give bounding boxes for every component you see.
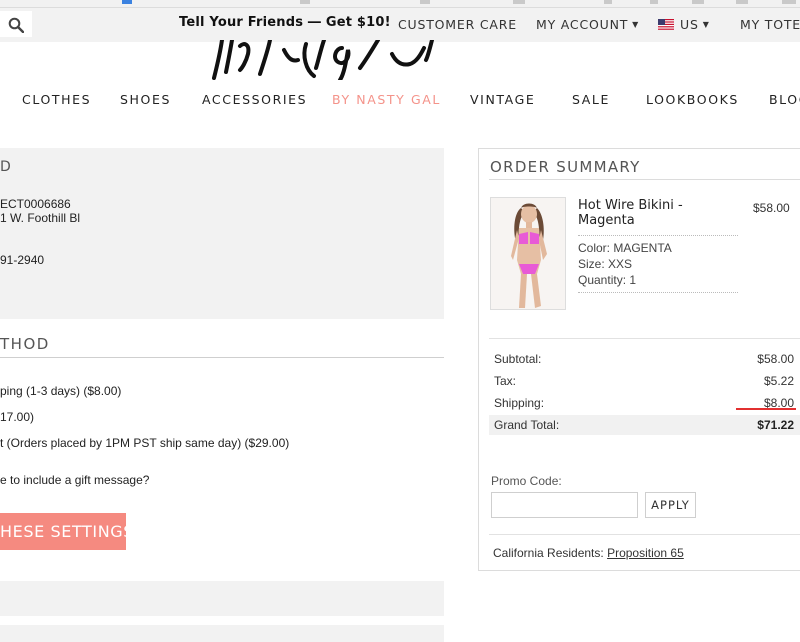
toolbar-fragment [420,0,430,4]
promo-code-label: Promo Code: [491,474,562,488]
main-navigation: CLOTHES SHOES ACCESSORIES BY NASTY GAL V… [0,92,800,110]
search-button[interactable] [0,11,32,37]
brand-logo[interactable] [210,40,445,80]
california-label: California Residents: [493,546,604,560]
referral-promo-link[interactable]: Tell Your Friends ― Get $10! [179,15,391,30]
search-icon [8,17,24,33]
apply-promo-button[interactable]: APPLY [645,492,696,518]
utility-bar: Tell Your Friends ― Get $10! CUSTOMER CA… [0,8,800,42]
shipping-address-heading: D [0,159,12,175]
toolbar-fragment [782,0,796,4]
my-tote-link[interactable]: MY TOTE [740,17,800,32]
proposition-65-link[interactable]: Proposition 65 [607,546,684,560]
subtotal-row: Subtotal: $58.00 [489,349,800,369]
customer-care-link[interactable]: CUSTOMER CARE [398,17,517,32]
product-color: Color: MAGENTA [578,241,672,255]
collapsed-section-panel [0,625,444,642]
gift-message-toggle[interactable]: e to include a gift message? [0,473,149,487]
subtotal-value: $58.00 [757,352,794,366]
order-summary-panel: ORDER SUMMARY Hot Wire Bikini - Magenta … [478,148,800,571]
shipping-option-standard[interactable]: ping (1-3 days) ($8.00) [0,384,121,398]
us-flag-icon [658,19,674,30]
nav-clothes[interactable]: CLOTHES [22,92,91,107]
shipping-option-express[interactable]: 17.00) [0,410,34,424]
save-settings-button[interactable]: HESE SETTINGS [0,513,126,550]
toolbar-fragment [736,0,748,4]
my-account-menu[interactable]: MY ACCOUNT ▼ [536,17,639,32]
divider [0,357,444,358]
toolbar-fragment [513,0,525,4]
nav-accessories[interactable]: ACCESSORIES [202,92,307,107]
divider [489,338,800,339]
divider [489,179,800,180]
product-image [491,198,565,309]
divider [489,534,800,535]
address-line: 1 W. Foothill Bl [0,211,81,225]
shipping-highlight-underline [736,408,796,410]
address-line: ECT0006686 [0,197,71,211]
grand-total-label: Grand Total: [494,418,560,432]
tax-label: Tax: [494,374,517,388]
shipping-row: Shipping: $8.00 [489,393,800,413]
shipping-method-heading: THOD [0,335,50,353]
divider [578,292,738,293]
tax-row: Tax: $5.22 [489,371,800,391]
nav-lookbooks[interactable]: LOOKBOOKS [646,92,739,107]
product-thumbnail[interactable] [490,197,566,310]
toolbar-fragment [300,0,310,4]
grand-total-row: Grand Total: $71.22 [489,415,800,435]
grand-total-value: $71.22 [757,418,794,432]
caret-down-icon: ▼ [632,20,640,29]
browser-toolbar-strip [0,0,800,8]
product-name-link[interactable]: Hot Wire Bikini - Magenta [578,198,738,228]
shipping-address-panel: D ECT0006686 1 W. Foothill Bl 91-2940 [0,148,444,319]
country-selector[interactable]: US ▼ [658,17,710,32]
product-quantity: Quantity: 1 [578,273,637,287]
product-size: Size: XXS [578,257,633,271]
collapsed-section-panel [0,581,444,616]
shipping-option-overnight[interactable]: t (Orders placed by 1PM PST ship same da… [0,436,289,450]
product-price: $58.00 [753,201,790,215]
promo-code-input[interactable] [491,492,638,518]
toolbar-blue-icon [122,0,132,4]
caret-down-icon: ▼ [702,20,710,29]
nav-by-nasty-gal[interactable]: BY NASTY GAL [332,92,441,107]
my-account-label: MY ACCOUNT [536,17,629,32]
order-summary-title: ORDER SUMMARY [490,158,641,176]
tax-value: $5.22 [763,374,794,388]
nav-shoes[interactable]: SHOES [120,92,171,107]
subtotal-label: Subtotal: [494,352,542,366]
address-phone: 91-2940 [0,253,45,267]
shipping-label: Shipping: [494,396,545,410]
toolbar-fragment [650,0,658,4]
toolbar-fragment [604,0,612,4]
toolbar-fragment [692,0,704,4]
nav-blog[interactable]: BLOG [769,92,800,107]
country-label: US [680,17,699,32]
nav-sale[interactable]: SALE [572,92,610,107]
california-notice: California Residents: Proposition 65 [493,546,684,560]
divider [578,235,738,236]
nav-vintage[interactable]: VINTAGE [470,92,535,107]
